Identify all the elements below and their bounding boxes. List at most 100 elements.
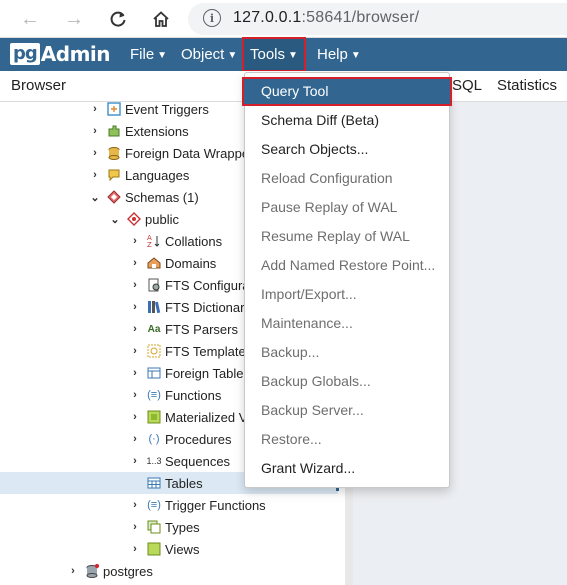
chevron-right-icon[interactable]: › [88, 147, 102, 159]
menu-item-backup[interactable]: Backup... [245, 338, 449, 367]
menu-object[interactable]: Object ▼ [175, 38, 243, 71]
menu-tools[interactable]: Tools ▼ [242, 37, 306, 72]
tree-item-types[interactable]: › Types [128, 516, 200, 538]
foreign-table-icon [146, 365, 162, 381]
tree-item-sequences[interactable]: › 1..3 Sequences [128, 450, 230, 472]
menu-item-schema-diff[interactable]: Schema Diff (Beta) [245, 106, 449, 135]
svg-text:Z: Z [147, 241, 152, 248]
tree-item-fts-configurations[interactable]: › FTS Configura [128, 274, 249, 296]
menu-item-reload-configuration[interactable]: Reload Configuration [245, 164, 449, 193]
chevron-right-icon[interactable]: › [128, 389, 142, 401]
url-path: :58641/browser/ [301, 9, 420, 26]
chevron-right-icon[interactable]: › [128, 499, 142, 511]
tree-item-domains[interactable]: › Domains [128, 252, 216, 274]
event-trigger-icon [106, 101, 122, 117]
tree-item-event-triggers[interactable]: › Event Triggers [88, 98, 209, 120]
chevron-right-icon[interactable]: › [128, 543, 142, 555]
procedure-icon: (·) [148, 433, 160, 445]
menu-item-grant-wizard[interactable]: Grant Wizard... [245, 454, 449, 483]
chevron-right-icon[interactable]: › [128, 455, 142, 467]
view-icon [146, 541, 162, 557]
tree-item-label: postgres [103, 563, 153, 579]
tree-item-label: Event Triggers [125, 101, 209, 117]
tree-item-fts-dictionaries[interactable]: › FTS Dictionari [128, 296, 247, 318]
tree-item-schemas[interactable]: ⌄ Schemas (1) [88, 186, 198, 208]
url-text[interactable]: 127.0.0.1:58641/browser/ [233, 9, 419, 27]
tree-item-fts-parsers[interactable]: › Aa FTS Parsers [128, 318, 238, 340]
tree-item-public[interactable]: ⌄ public [108, 208, 179, 230]
tree-item-trigger-functions[interactable]: › (≡) Trigger Functions [128, 494, 266, 516]
menu-item-backup-globals[interactable]: Backup Globals... [245, 367, 449, 396]
tree-item-label: Procedures [165, 431, 232, 447]
menu-item-maintenance[interactable]: Maintenance... [245, 309, 449, 338]
tree-item-label: Materialized V [165, 409, 248, 425]
tab-statistics[interactable]: Statistics [497, 77, 557, 94]
tree-item-label: Languages [125, 167, 190, 183]
chevron-right-icon[interactable]: › [128, 367, 142, 379]
menu-item-query-tool[interactable]: Query Tool [242, 77, 452, 106]
menu-object-label: Object [181, 46, 225, 63]
tree-item-label: Sequences [165, 453, 231, 469]
chevron-right-icon[interactable]: › [128, 257, 142, 269]
menu-item-search-objects[interactable]: Search Objects... [245, 135, 449, 164]
chevron-down-icon[interactable]: ⌄ [88, 191, 102, 204]
schema-icon [126, 211, 142, 227]
menu-item-resume-replay-wal[interactable]: Resume Replay of WAL [245, 222, 449, 251]
tree-item-label: Foreign Data Wrappe [125, 145, 250, 161]
tree-item-materialized-views[interactable]: › Materialized V [128, 406, 247, 428]
pgadmin-navbar: pg Admin File ▼ Object ▼ Tools ▼ Help ▼ [0, 37, 567, 72]
menu-item-restore[interactable]: Restore... [245, 425, 449, 454]
tree-item-fts-templates[interactable]: › FTS Template [128, 340, 246, 362]
tree-item-label: Domains [165, 255, 217, 271]
chevron-right-icon[interactable]: › [128, 345, 142, 357]
pgadmin-logo[interactable]: pg Admin [10, 42, 111, 66]
chevron-right-icon[interactable]: › [88, 103, 102, 115]
chevron-right-icon[interactable]: › [128, 323, 142, 335]
browser-toolbar: ← → i 127.0.0.1:58641/browser/ [0, 0, 567, 38]
schemas-icon [106, 189, 122, 205]
tree-item-extensions[interactable]: › Extensions [88, 120, 189, 142]
tree-item-functions[interactable]: › (≡) Functions [128, 384, 221, 406]
tree-item-languages[interactable]: › Languages [88, 164, 189, 186]
chevron-right-icon[interactable]: › [128, 411, 142, 423]
chevron-right-icon[interactable]: › [88, 125, 102, 137]
menu-help[interactable]: Help ▼ [311, 38, 367, 71]
chevron-down-icon[interactable]: ⌄ [108, 213, 122, 226]
logo-admin: Admin [40, 42, 111, 66]
menu-item-backup-server[interactable]: Backup Server... [245, 396, 449, 425]
tree-item-label: Foreign Tables [165, 365, 251, 381]
tree-item-label: Extensions [125, 123, 189, 139]
menu-file[interactable]: File ▼ [124, 38, 173, 71]
chevron-right-icon[interactable]: › [128, 279, 142, 291]
menu-item-add-named-restore-point[interactable]: Add Named Restore Point... [245, 251, 449, 280]
chevron-right-icon[interactable]: › [128, 433, 142, 445]
tree-item-foreign-data-wrappers[interactable]: › Foreign Data Wrappe [88, 142, 249, 164]
arrow-left-icon[interactable]: ← [18, 7, 42, 31]
chevron-right-icon[interactable]: › [128, 521, 142, 533]
chevron-right-icon[interactable]: › [66, 565, 80, 577]
home-icon[interactable] [149, 7, 173, 31]
arrow-right-icon[interactable]: → [62, 7, 86, 31]
logo-pg: pg [10, 43, 40, 65]
chevron-right-icon[interactable]: › [128, 235, 142, 247]
tree-item-label: Types [165, 519, 200, 535]
menu-file-label: File [130, 46, 155, 63]
tab-sql[interactable]: SQL [452, 77, 482, 94]
fts-configuration-icon [146, 277, 162, 293]
menu-help-label: Help [317, 46, 348, 63]
tree-item-views[interactable]: › Views [128, 538, 199, 560]
chevron-right-icon[interactable]: › [88, 169, 102, 181]
database-icon [84, 563, 100, 579]
tree-item-postgres[interactable]: › postgres [66, 560, 153, 582]
menu-item-pause-replay-wal[interactable]: Pause Replay of WAL [245, 193, 449, 222]
menu-item-import-export[interactable]: Import/Export... [245, 280, 449, 309]
info-icon[interactable]: i [203, 9, 221, 27]
tree-item-procedures[interactable]: › (·) Procedures [128, 428, 231, 450]
chevron-right-icon[interactable]: › [128, 301, 142, 313]
language-icon [106, 167, 122, 183]
tree-item-foreign-tables[interactable]: › Foreign Tables [128, 362, 250, 384]
tree-item-collations[interactable]: › AZ Collations [128, 230, 222, 252]
tab-browser[interactable]: Browser [11, 77, 66, 94]
reload-icon[interactable] [106, 7, 130, 31]
menu-tools-label: Tools [250, 46, 286, 63]
